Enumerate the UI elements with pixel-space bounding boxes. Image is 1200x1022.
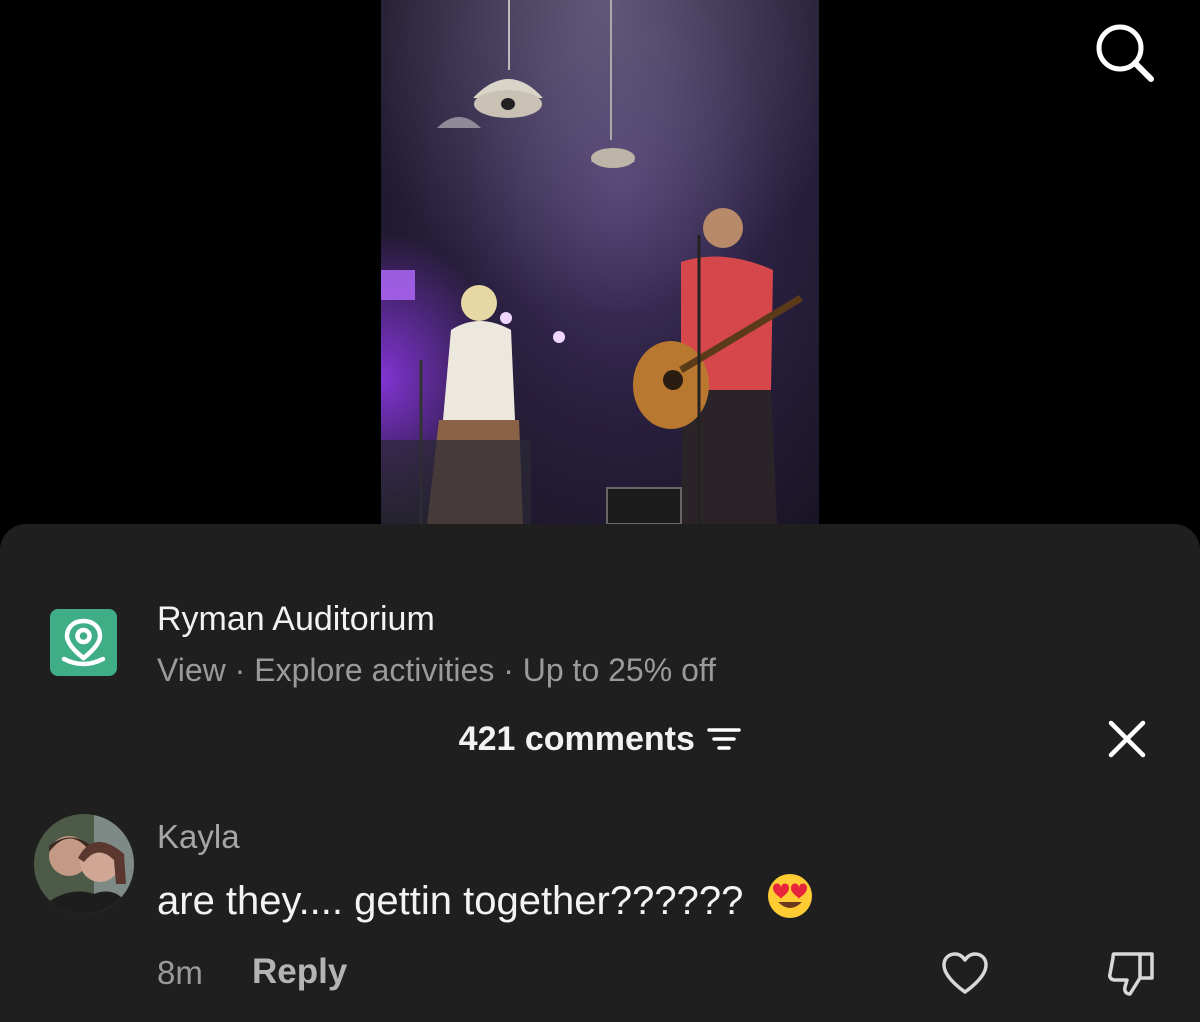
comment-item: Kayla are they.... gettin together??????… [34,814,1164,1014]
dislike-button[interactable] [1106,948,1158,998]
reply-button[interactable]: Reply [252,952,347,992]
comments-sheet: Ryman Auditorium View · Explore activiti… [0,524,1200,1022]
concert-video-frame [381,0,819,524]
comments-count: 421 comments [458,720,695,758]
location-subtitle: View · Explore activities · Up to 25% of… [157,652,717,688]
comment-text-row: are they.... gettin together?????? [157,872,814,924]
search-icon [1096,24,1154,82]
heart-eyes-emoji-icon [766,872,814,920]
comment-author[interactable]: Kayla [157,818,240,856]
app-screen: Ryman Auditorium View · Explore activiti… [0,0,1200,1022]
thumbs-down-icon [1108,952,1154,996]
comments-header: 421 comments [0,714,1200,764]
heart-icon [942,952,988,994]
like-button[interactable] [940,950,990,996]
location-link[interactable]: Ryman Auditorium View · Explore activiti… [50,564,950,688]
close-button[interactable] [1106,718,1148,760]
filter-icon[interactable] [707,725,742,753]
map-pin-icon [50,609,117,676]
close-icon [1108,720,1146,758]
comment-text: are they.... gettin together?????? [157,879,744,923]
avatar[interactable] [34,814,134,914]
location-title: Ryman Auditorium [157,600,435,638]
search-button[interactable] [1092,20,1156,84]
comment-time: 8m [157,954,203,991]
video-player[interactable] [381,0,819,524]
